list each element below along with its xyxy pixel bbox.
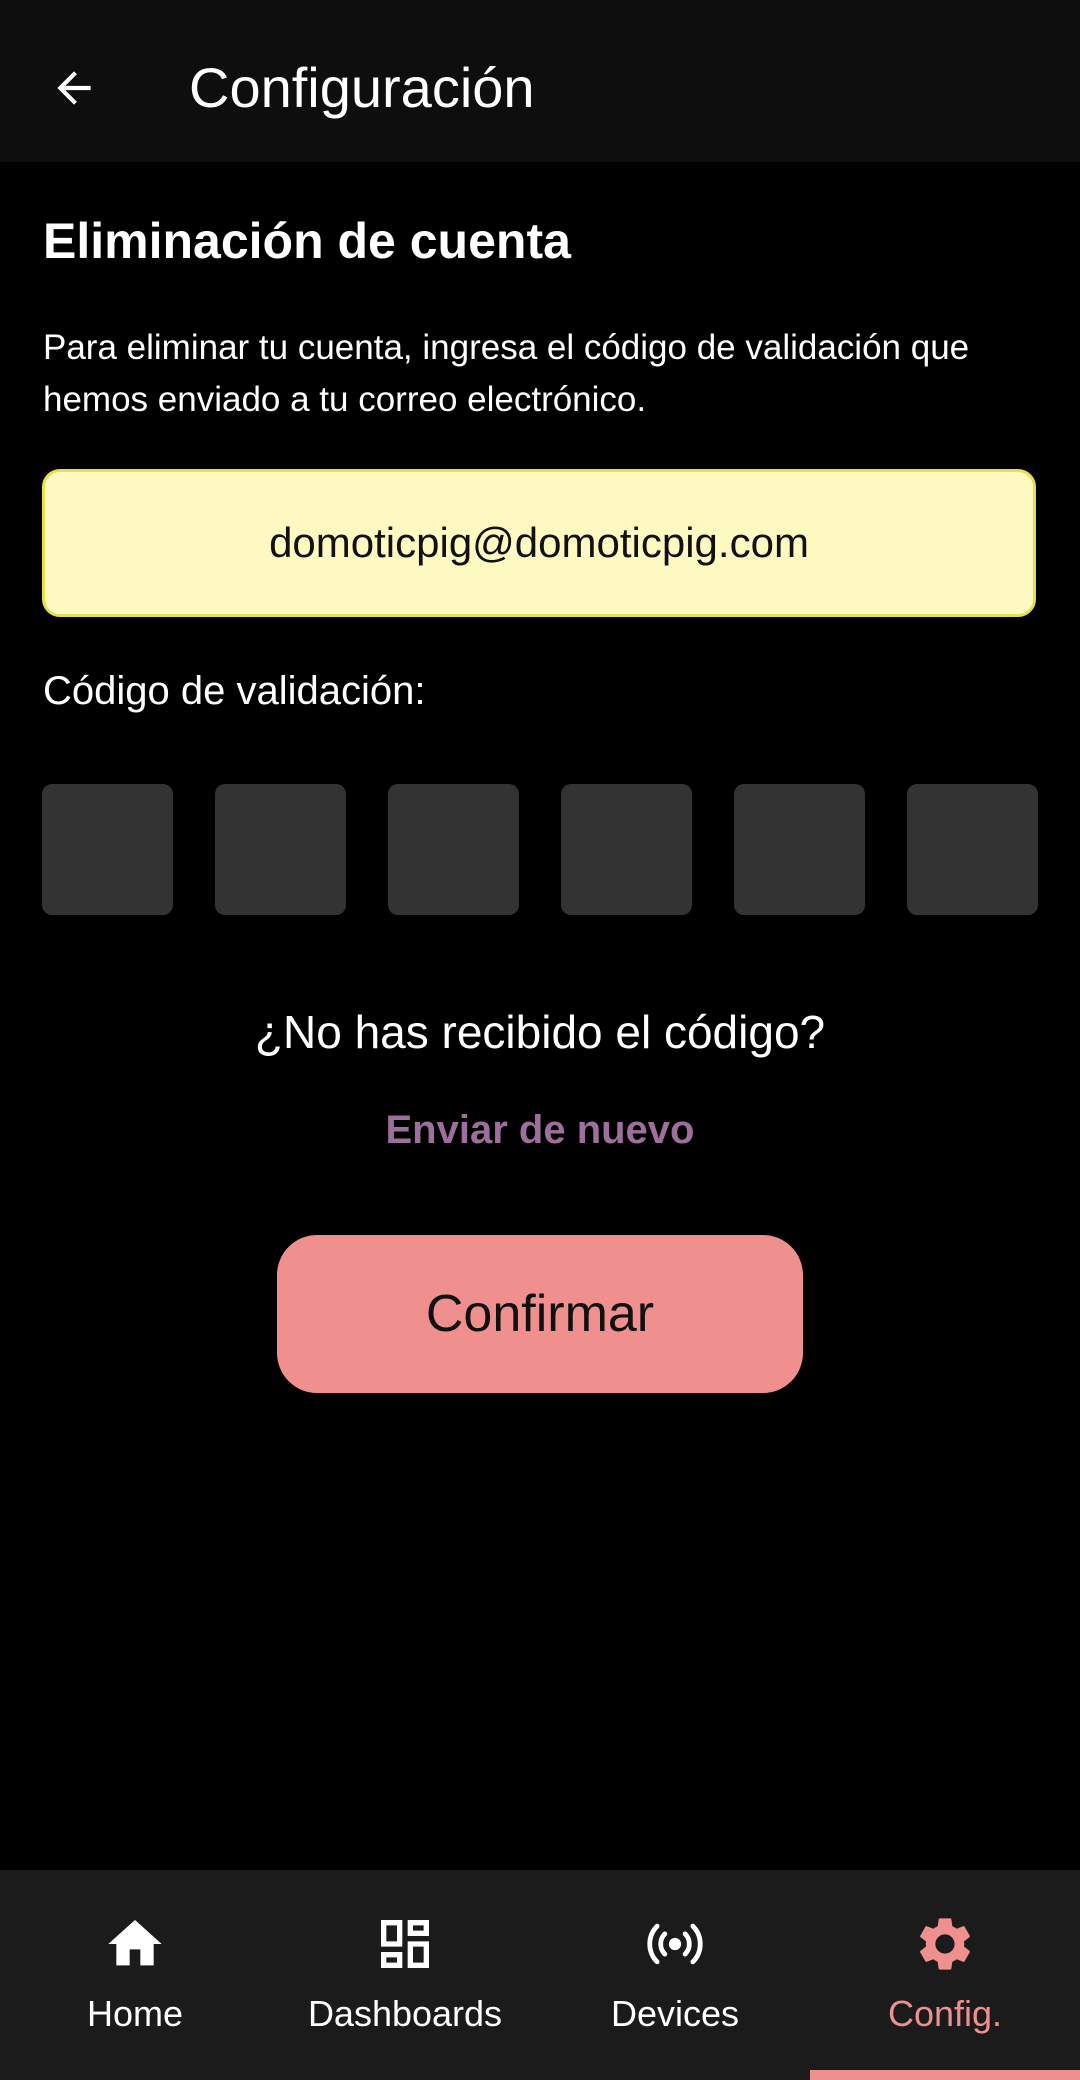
- code-digit-2[interactable]: [215, 784, 346, 915]
- code-digit-5[interactable]: [734, 784, 865, 915]
- email-display: domoticpig@domoticpig.com: [42, 469, 1036, 617]
- nav-label-config: Config.: [887, 1993, 1003, 2034]
- nav-item-config[interactable]: Config.: [810, 1870, 1080, 2080]
- code-digit-6[interactable]: [907, 784, 1038, 915]
- code-digit-1[interactable]: [42, 784, 173, 915]
- bottom-nav: Home Dashboards Devices Config.: [0, 1870, 1080, 2080]
- confirm-label: Confirmar: [425, 1285, 655, 1343]
- gear-icon: [920, 1918, 970, 1970]
- dashboard-icon: [381, 1920, 429, 1968]
- active-tab-indicator: [810, 2070, 1080, 2080]
- nav-label-dashboards: Dashboards: [307, 1993, 503, 2034]
- back-button[interactable]: [38, 58, 110, 118]
- page-title: Configuración: [189, 56, 535, 119]
- nav-label-devices: Devices: [610, 1993, 740, 2034]
- no-code-question: ¿No has recibido el código?: [254, 1006, 826, 1058]
- arrow-left-icon: [57, 71, 91, 105]
- code-digit-3[interactable]: [388, 784, 519, 915]
- home-icon: [108, 1920, 162, 1966]
- code-label: Código de validación:: [43, 669, 426, 713]
- confirm-button[interactable]: Confirmar: [277, 1235, 803, 1393]
- nav-label-home: Home: [86, 1993, 184, 2034]
- broadcast-icon: [647, 1923, 703, 1965]
- nav-item-dashboards[interactable]: Dashboards: [270, 1870, 540, 2080]
- nav-item-home[interactable]: Home: [0, 1870, 270, 2080]
- resend-link[interactable]: Enviar de nuevo: [0, 1100, 1080, 1160]
- section-title: Eliminación de cuenta: [43, 213, 571, 269]
- section-description: Para eliminar tu cuenta, ingresa el códi…: [43, 328, 970, 419]
- code-digit-4[interactable]: [561, 784, 692, 915]
- app-bar: Configuración: [0, 0, 1080, 162]
- email-text: domoticpig@domoticpig.com: [269, 519, 809, 566]
- nav-item-devices[interactable]: Devices: [540, 1870, 810, 2080]
